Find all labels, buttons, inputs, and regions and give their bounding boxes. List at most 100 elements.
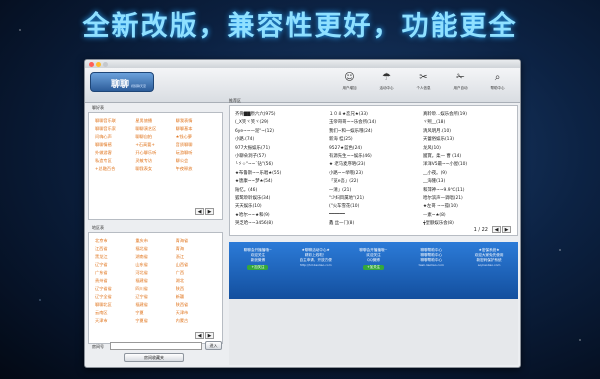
room-list-item[interactable]: ★哈尔~~★和(9)	[235, 212, 326, 218]
room-list-item[interactable]: 我们~和一娱乐哦(24)	[329, 128, 420, 134]
room-list-item[interactable]: 天天娱乐(10)	[235, 203, 326, 209]
region-link[interactable]: 黑龙江	[95, 254, 135, 260]
prev-page-button[interactable]: ◀	[195, 332, 204, 339]
favorite-room-link[interactable]: 音质聊聊	[176, 142, 216, 148]
room-list-item[interactable]: ヾ熙__(18)	[423, 119, 514, 125]
region-link[interactable]: 四川省	[135, 286, 175, 292]
room-list-item[interactable]: 天蕾俗娱乐(13)	[423, 136, 514, 142]
room-list-item[interactable]: ★布鲁斯~~乐唱★(55)	[235, 170, 326, 176]
region-link[interactable]: 聊聊北区	[95, 302, 135, 308]
favorite-room-link[interactable]: 问嗨心声	[95, 134, 135, 140]
minimize-icon[interactable]	[96, 62, 101, 67]
region-link[interactable]: 福北省	[135, 246, 175, 252]
zoom-icon[interactable]	[103, 62, 108, 67]
room-list-item[interactable]: 一清」(21)	[329, 187, 420, 193]
region-link[interactable]: 山东省	[135, 262, 175, 268]
room-list-item[interactable]: 6ye~~一泥"~(12)	[235, 128, 326, 134]
room-list-item[interactable]: 清风明月.(10)	[423, 128, 514, 134]
favorite-room-link[interactable]: 聊公会	[176, 158, 216, 164]
region-link[interactable]: 陕西	[176, 286, 216, 292]
favorite-room-link[interactable]: 灵敏专访	[135, 158, 175, 164]
room-list-item[interactable]: __小夜。(9)	[423, 170, 514, 176]
favorite-room-link[interactable]: 聊聊演艺区	[135, 126, 175, 132]
room-list-item[interactable]: １０８★恋兄★(33)	[329, 111, 420, 117]
room-bookmarks-button[interactable]: 房间收藏夹	[124, 353, 184, 362]
room-list-item[interactable]: 哈尔滨声一调唱(21)	[423, 195, 514, 201]
room-list-item[interactable]: ╰ゞ☆"~~`钻"(56)	[235, 161, 326, 167]
room-list-item[interactable]: ★左哥 ~~孤(10)	[423, 203, 514, 209]
favorite-room-link[interactable]: 聊聊音乐家	[95, 126, 135, 132]
region-link[interactable]: 天津市	[95, 318, 135, 324]
region-link[interactable]: 湖北	[176, 278, 216, 284]
ad-url[interactable]: task.liaoliao.com	[404, 263, 458, 268]
favorite-room-link[interactable]: +总融百合	[95, 166, 135, 172]
room-number-input[interactable]	[110, 342, 202, 350]
next-page-button[interactable]: ▶	[205, 208, 214, 215]
room-list-item[interactable]: 有源先生~~娱乐(46)	[329, 153, 420, 159]
room-list-item[interactable]: 哭乏哈~~3456(8)	[235, 220, 326, 226]
room-list-item[interactable]: —素~★(8)	[423, 212, 514, 218]
ad-card[interactable]: ★聊聊活动中心★ 精彩上线啦！ 自主申请，开放方便 http://hd.liaolia…	[289, 248, 343, 299]
region-link[interactable]: 青海省	[176, 238, 216, 244]
prev-page-button[interactable]: ◀	[195, 208, 204, 215]
region-link[interactable]: 广东省	[95, 270, 135, 276]
room-list-item[interactable]: 新海 桂(25)	[329, 136, 420, 142]
favorite-room-link[interactable]: 外做游客	[95, 150, 135, 156]
region-link[interactable]: 广西	[176, 270, 216, 276]
toolbar-button-user[interactable]: ☺ 用户增加	[331, 71, 368, 91]
region-link[interactable]: 湖南省	[135, 254, 175, 260]
ad-card[interactable]: ★密保系统★ 欢迎大家免先使用 新密码保护系统 aq.liaoliao.com	[462, 248, 516, 299]
region-link[interactable]: 山西省	[176, 262, 216, 268]
region-link[interactable]: 河北省	[135, 270, 175, 276]
favorite-room-link[interactable]: 聊聊情感	[95, 142, 135, 148]
region-link[interactable]: 新疆	[176, 294, 216, 300]
region-link[interactable]: 陕西省	[176, 302, 216, 308]
favorite-room-link[interactable]: 聊聊自拍	[135, 134, 175, 140]
ad-url[interactable]: aq.liaoliao.com	[462, 263, 516, 268]
room-list-item[interactable]: ("火车雪花(10)	[329, 203, 420, 209]
ad-card[interactable]: 聊聊帮助中心 聊聊帮助中心 聊聊帮助中心 task.liaoliao.com	[404, 248, 458, 299]
favorite-room-link[interactable]: 玩游聊听	[176, 150, 216, 156]
room-list-item[interactable]: "少妇目属地"(21)	[329, 195, 420, 201]
room-list-item[interactable]: 真聆聆...娱乐会所(19)	[423, 111, 514, 117]
room-list-item[interactable]: __海隆(13)	[423, 178, 514, 184]
region-link[interactable]: 贵州省	[95, 278, 135, 284]
favorite-room-link[interactable]: 聊我表女	[135, 166, 175, 172]
favorite-room-link[interactable]: +石高要+	[135, 142, 175, 148]
region-link[interactable]: 天津市	[176, 310, 216, 316]
region-link[interactable]: 重庆市	[135, 238, 175, 244]
favorite-room-link[interactable]: 私造专区	[95, 158, 135, 164]
favorite-room-link[interactable]: 聊聊基本	[176, 126, 216, 132]
region-link[interactable]: 辽宁全省	[95, 294, 135, 300]
room-list-item[interactable]: 鑫 丝一门(8)	[329, 220, 420, 226]
prev-page-button[interactable]: ◀	[492, 226, 501, 233]
ad-card[interactable]: 聊聊会开播播哦~ 欢迎关注 新浪微博 +加关注	[231, 248, 285, 299]
region-link[interactable]: 云南区	[95, 310, 135, 316]
region-link[interactable]: 宁夏	[135, 310, 175, 316]
favorite-room-link[interactable]: 聊我表情	[176, 118, 216, 124]
room-list-item[interactable]: 小聊朵洞子(57)	[235, 153, 326, 159]
favorite-room-link[interactable]: 聊聊音乐联	[95, 118, 135, 124]
toolbar-button-umbrella[interactable]: ☂ 活动中心	[368, 71, 405, 91]
region-link[interactable]: 北京市	[95, 238, 135, 244]
follow-button[interactable]: +加关注	[247, 265, 269, 270]
toolbar-button-scissors[interactable]: ✁ 用户自动	[442, 71, 479, 91]
toolbar-button-search[interactable]: ⌕ 帮助中心	[479, 71, 516, 91]
room-list-item[interactable]: (_X笑ヾ笑ヾ(29)	[235, 119, 326, 125]
ad-card[interactable]: 聊聊会开播播哦~ 欢迎关注 QQ微博 +加关注	[346, 248, 400, 299]
region-link[interactable]: 福建省	[135, 302, 175, 308]
favorite-room-link[interactable]: ★钱心夢	[176, 134, 216, 140]
room-list-item[interactable]: ━━━━━━	[329, 212, 420, 218]
room-list-item[interactable]: 洋洋V5最~~小屋(10)	[423, 161, 514, 167]
room-list-item[interactable]: 和萍神~~9.9℃(11)	[423, 187, 514, 193]
region-link[interactable]: 福建省	[135, 278, 175, 284]
region-link[interactable]: 辽宁省	[95, 262, 135, 268]
follow-button[interactable]: +加关注	[362, 265, 384, 270]
next-page-button[interactable]: ▶	[205, 332, 214, 339]
favorite-room-link[interactable]: 开心聊乐听	[135, 150, 175, 156]
region-link[interactable]: 辽宁省省	[95, 286, 135, 292]
room-list-item[interactable]: 狐鹭聆聆娱乐(34)	[235, 195, 326, 201]
room-list-item[interactable]: 陆忆。(46)	[235, 187, 326, 193]
enter-room-button[interactable]: 进入	[205, 341, 222, 350]
room-list-item[interactable]: 小路~~举哦(23)	[329, 170, 420, 176]
